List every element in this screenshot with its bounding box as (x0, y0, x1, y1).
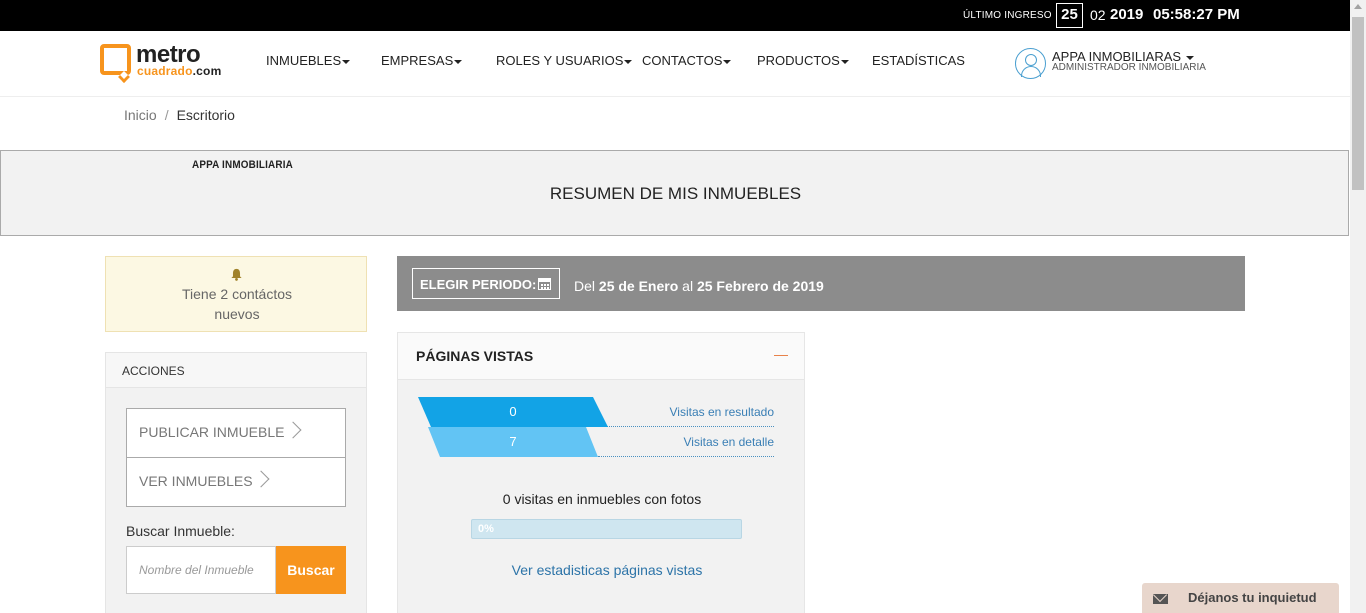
calendar-icon (538, 278, 552, 290)
new-contacts-notice[interactable]: Tiene 2 contáctos nuevos (105, 256, 367, 332)
logo-word-bottom: cuadrado.com (137, 64, 222, 78)
visits-detail-label: Visitas en detalle (683, 435, 774, 449)
breadcrumb: Inicio / Escritorio (124, 107, 235, 123)
search-property-input[interactable] (126, 546, 276, 594)
caret-down-icon (840, 59, 849, 64)
nav-inmuebles[interactable]: INMUEBLES (266, 53, 351, 68)
visits-detail-value: 7 (428, 427, 598, 457)
caret-down-icon (342, 59, 351, 64)
nav-roles-usuarios[interactable]: ROLES Y USUARIOS (496, 53, 633, 68)
last-login-label: ÚLTIMO INGRESO (963, 10, 1052, 21)
visits-results-value: 0 (418, 397, 608, 427)
pages-viewed-card: PÁGINAS VISTAS 0 Visitas en resultado 7 … (397, 332, 805, 613)
visits-detail-row: 7 Visitas en detalle (418, 427, 774, 457)
visits-results-row: 0 Visitas en resultado (418, 397, 774, 427)
breadcrumb-separator: / (164, 107, 169, 123)
nav-empresas[interactable]: EMPRESAS (381, 53, 463, 68)
period-range: Del 25 de Enero al 25 Febrero de 2019 (574, 278, 824, 294)
period-from: 25 de Enero (598, 278, 679, 294)
view-properties-button[interactable]: VER INMUEBLES (126, 457, 346, 507)
period-bar: ELEGIR PERIODO: Del 25 de Enero al 25 Fe… (397, 256, 1245, 311)
caret-down-icon (454, 59, 463, 64)
view-stats-link[interactable]: Ver estadisticas páginas vistas (398, 562, 816, 578)
last-login-day: 25 (1056, 3, 1083, 28)
summary-banner: APPA INMOBILIARIA RESUMEN DE MIS INMUEBL… (0, 150, 1349, 236)
new-contacts-text: Tiene 2 contáctos nuevos (182, 286, 292, 322)
collapse-icon[interactable] (774, 355, 788, 356)
header: metro cuadrado.com INMUEBLES EMPRESAS RO… (0, 31, 1350, 97)
publish-property-label: PUBLICAR INMUEBLE (139, 424, 285, 440)
brand-logo[interactable]: metro cuadrado.com (99, 41, 249, 82)
nav-estadisticas[interactable]: ESTADÍSTICAS (872, 53, 965, 68)
search-button[interactable]: Buscar (276, 546, 346, 594)
logo-speech-bubble-icon (100, 44, 131, 75)
caret-down-icon (624, 59, 633, 64)
actions-panel: ACCIONES PUBLICAR INMUEBLE VER INMUEBLES… (105, 352, 367, 613)
photo-visits-text: 0 visitas en inmuebles con fotos (502, 491, 702, 507)
choose-period-label: ELEGIR PERIODO: (420, 277, 537, 292)
scroll-thumb[interactable] (1352, 17, 1364, 190)
page: ÚLTIMO INGRESO 25 02 2019 05:58:27 PM me… (0, 0, 1366, 613)
user-circle-icon[interactable] (1015, 48, 1046, 79)
actions-header: ACCIONES (106, 353, 366, 388)
summary-title: RESUMEN DE MIS INMUEBLES (549, 184, 802, 203)
period-to: 25 Febrero de 2019 (696, 278, 824, 294)
bell-icon (231, 268, 242, 281)
pages-viewed-title: PÁGINAS VISTAS (416, 348, 534, 364)
user-role: ADMINISTRADOR INMOBILIARIA (1052, 62, 1206, 73)
dotted-divider (598, 456, 774, 457)
envelope-icon (1153, 594, 1168, 604)
publish-property-button[interactable]: PUBLICAR INMUEBLE (126, 408, 346, 458)
page-scrollbar[interactable] (1350, 0, 1366, 613)
view-properties-label: VER INMUEBLES (139, 473, 253, 489)
nav-productos[interactable]: PRODUCTOS (757, 53, 849, 68)
scroll-up-arrow-icon[interactable] (1354, 4, 1362, 9)
photo-visits-progress: 0% (471, 519, 742, 539)
last-login-month: 02 (1090, 7, 1106, 23)
chevron-right-icon (284, 421, 302, 439)
caret-down-icon (723, 59, 732, 64)
caret-down-icon (1186, 55, 1195, 60)
nav-contactos[interactable]: CONTACTOS (642, 53, 732, 68)
feedback-tab[interactable]: Déjanos tu inquietud (1142, 583, 1339, 613)
last-login-time: 05:58:27 PM (1153, 6, 1240, 23)
choose-period-button[interactable]: ELEGIR PERIODO: (412, 268, 560, 299)
breadcrumb-current: Escritorio (176, 107, 235, 123)
progress-label: 0% (478, 523, 494, 535)
search-property-label: Buscar Inmueble: (126, 523, 235, 539)
visits-results-label: Visitas en resultado (669, 405, 774, 419)
company-name: APPA INMOBILIARIA (192, 159, 293, 171)
last-login-year: 2019 (1110, 6, 1144, 23)
chevron-right-icon (252, 470, 270, 488)
feedback-label: Déjanos tu inquietud (1188, 590, 1317, 605)
top-bar: ÚLTIMO INGRESO 25 02 2019 05:58:27 PM (0, 0, 1350, 31)
pages-viewed-header: PÁGINAS VISTAS (398, 333, 804, 380)
breadcrumb-home[interactable]: Inicio (124, 107, 157, 123)
